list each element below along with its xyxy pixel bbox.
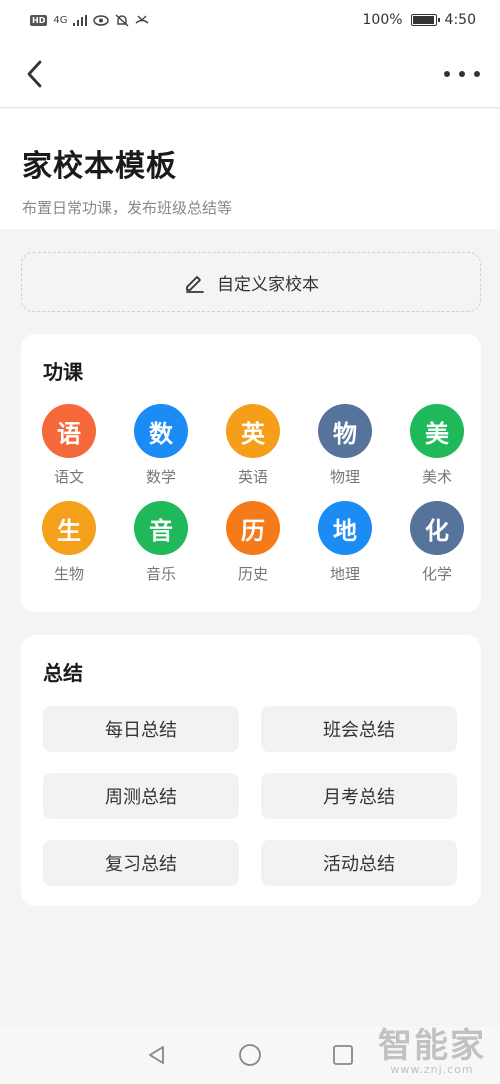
subjects-title: 功课 [43, 360, 83, 384]
subject-icon: 英 [226, 404, 280, 458]
back-arrow-icon [27, 60, 42, 88]
subject-label: 语文 [53, 468, 84, 486]
subject-icon: 美 [410, 404, 464, 458]
subject-icon: 语 [42, 404, 96, 458]
network-label: 4G [53, 14, 68, 26]
subject-item[interactable]: 历历史 [207, 501, 299, 584]
watermark-url: www.znj.com [390, 1063, 474, 1076]
battery-icon [410, 14, 440, 26]
status-bar: HD 4G 100% 4:50 [0, 0, 500, 40]
subject-label: 历史 [237, 565, 268, 583]
subject-label: 数学 [145, 468, 176, 486]
summary-button[interactable]: 班会总结 [261, 706, 457, 752]
pencil-icon [186, 276, 204, 293]
subject-label: 音乐 [145, 565, 176, 583]
system-recents-button[interactable] [328, 1040, 358, 1070]
more-dot-icon [444, 71, 450, 77]
subject-icon: 物 [318, 404, 372, 458]
subject-item[interactable]: 音音乐 [115, 501, 207, 584]
subject-label: 地理 [329, 565, 360, 583]
subjects-card: 功课 语语文数数学英英语物物理美美术生生物音音乐历历史地地理化化学 [21, 334, 481, 612]
back-button[interactable] [18, 56, 54, 92]
nav-bar [0, 40, 500, 108]
status-icons: HD 4G [30, 13, 149, 27]
signal-icon [73, 14, 88, 26]
circle-home-icon [239, 1044, 261, 1066]
square-recents-icon [333, 1045, 354, 1065]
subject-label: 美术 [421, 468, 452, 486]
system-back-button[interactable] [142, 1040, 172, 1070]
summary-button[interactable]: 月考总结 [261, 773, 457, 819]
page-header: 家校本模板 布置日常功课，发布班级总结等 [0, 109, 500, 229]
subject-item[interactable]: 物物理 [299, 404, 391, 487]
page-title: 家校本模板 [22, 149, 177, 184]
subject-item[interactable]: 语语文 [23, 404, 115, 487]
subjects-grid: 语语文数数学英英语物物理美美术生生物音音乐历历史地地理化化学 [21, 404, 481, 584]
watermark-logo: 智能家 [378, 1026, 486, 1066]
subject-item[interactable]: 数数学 [115, 404, 207, 487]
summary-button[interactable]: 每日总结 [43, 706, 239, 752]
summary-grid: 每日总结 班会总结 周测总结 月考总结 复习总结 活动总结 [43, 706, 459, 886]
more-dot-icon [459, 71, 465, 77]
mute-bell-icon [115, 13, 129, 27]
clock: 4:50 [444, 12, 476, 28]
subject-item[interactable]: 地地理 [299, 501, 391, 584]
hd-icon: HD [30, 14, 48, 26]
subject-label: 英语 [237, 468, 268, 486]
subject-item[interactable]: 生生物 [23, 501, 115, 584]
triangle-back-icon [148, 1046, 164, 1064]
subject-icon: 数 [134, 404, 188, 458]
subject-label: 化学 [421, 565, 452, 583]
custom-template-label: 自定义家校本 [217, 274, 319, 295]
more-dot-icon [474, 71, 480, 77]
missed-call-icon [135, 15, 149, 24]
page-subtitle: 布置日常功课，发布班级总结等 [22, 199, 233, 217]
battery-percent: 100% [362, 12, 403, 28]
summary-title: 总结 [43, 661, 83, 685]
subject-icon: 地 [318, 501, 372, 555]
status-right: 100% 4:50 [363, 12, 476, 28]
more-button[interactable] [444, 60, 480, 88]
subject-label: 物理 [329, 468, 360, 486]
summary-button[interactable]: 复习总结 [43, 840, 239, 886]
subject-icon: 生 [42, 501, 96, 555]
subject-icon: 音 [134, 501, 188, 555]
custom-template-button[interactable]: 自定义家校本 [21, 252, 481, 312]
system-home-button[interactable] [235, 1040, 265, 1070]
subject-item[interactable]: 美美术 [391, 404, 483, 487]
watermark: 智能家 www.znj.com [378, 1018, 486, 1076]
subject-icon: 历 [226, 501, 280, 555]
subject-icon: 化 [410, 501, 464, 555]
subject-label: 生物 [53, 565, 84, 583]
summary-card: 总结 每日总结 班会总结 周测总结 月考总结 复习总结 活动总结 [21, 635, 481, 906]
subject-item[interactable]: 化化学 [391, 501, 483, 584]
summary-button[interactable]: 周测总结 [43, 773, 239, 819]
subject-item[interactable]: 英英语 [207, 404, 299, 487]
eye-icon [93, 14, 110, 26]
summary-button[interactable]: 活动总结 [261, 840, 457, 886]
